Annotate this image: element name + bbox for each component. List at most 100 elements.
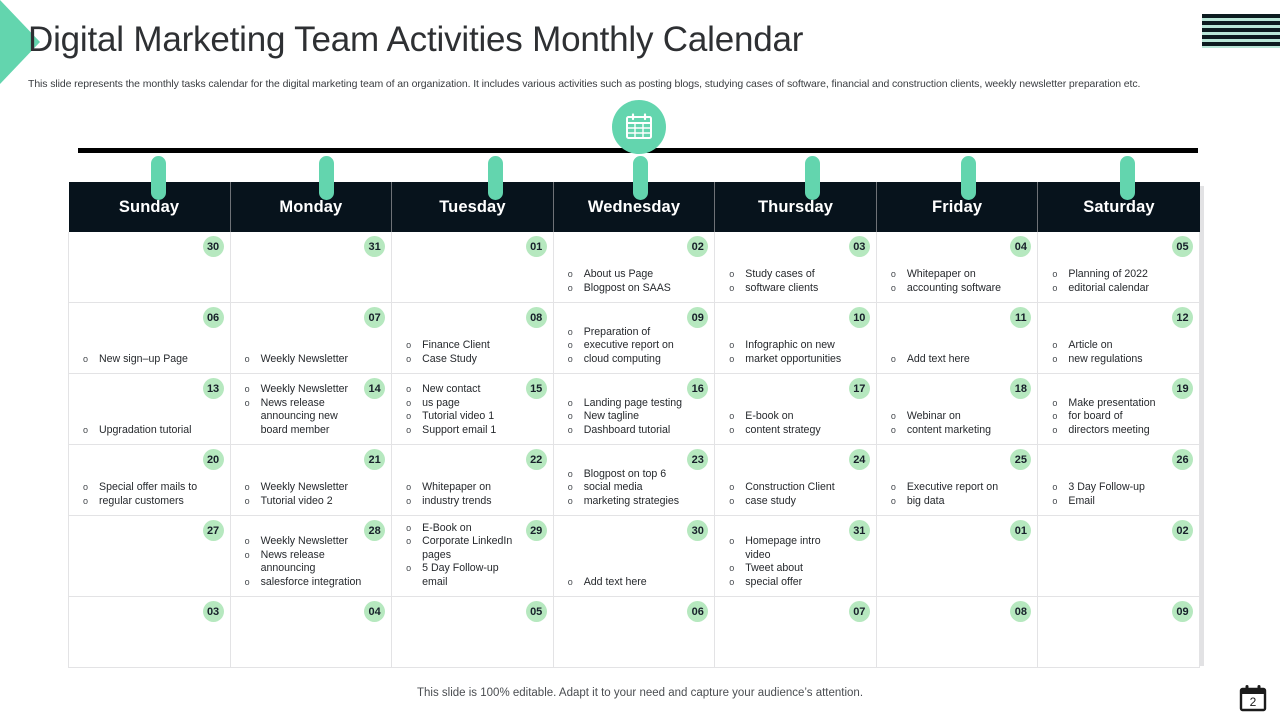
task-item[interactable]: Preparation of <box>568 326 709 340</box>
calendar-day-cell[interactable]: 02 About us PageBlogpost on SAAS <box>552 232 716 303</box>
task-item[interactable]: directors meeting <box>1052 424 1193 438</box>
task-item[interactable]: Upgradation tutorial <box>83 424 224 438</box>
task-item[interactable]: email <box>406 576 547 589</box>
calendar-day-cell[interactable]: 13 Upgradation tutorial <box>68 373 231 445</box>
task-item[interactable]: for board of <box>1052 410 1193 424</box>
task-item[interactable]: software clients <box>729 282 870 296</box>
calendar-day-cell[interactable]: 04 <box>229 596 393 669</box>
calendar-day-cell[interactable]: 03 Study cases ofsoftware clients <box>714 232 877 303</box>
calendar-day-cell[interactable]: 19Make presentationfor board ofdirectors… <box>1037 373 1200 445</box>
calendar-day-cell[interactable]: 16Landing page testingNew taglineDashboa… <box>552 373 716 445</box>
task-item[interactable]: content marketing <box>891 424 1032 438</box>
task-item[interactable]: Support email 1 <box>406 424 547 438</box>
task-item[interactable]: Construction Client <box>729 481 870 495</box>
task-item[interactable]: Weekly Newsletter <box>245 481 386 495</box>
task-item[interactable]: About us Page <box>568 268 709 282</box>
task-item[interactable]: Whitepaper on <box>891 268 1032 282</box>
calendar-day-cell[interactable]: 05 <box>391 596 554 669</box>
task-item[interactable]: 5 Day Follow-up <box>406 562 547 576</box>
calendar-day-cell[interactable]: 08 Finance ClientCase Study <box>391 302 554 374</box>
task-item[interactable]: editorial calendar <box>1052 282 1193 296</box>
calendar-day-cell[interactable]: 24 Construction Clientcase study <box>714 444 877 516</box>
calendar-day-cell[interactable]: 15New contactus pageTutorial video 1Supp… <box>391 373 554 445</box>
task-item[interactable]: social media <box>568 481 709 495</box>
task-item[interactable]: Tweet about <box>729 562 870 576</box>
calendar-day-cell[interactable]: 22 Whitepaper onindustry trends <box>391 444 554 516</box>
calendar-day-cell[interactable]: 30 Add text here <box>552 515 716 598</box>
calendar-day-cell[interactable]: 18 Webinar oncontent marketing <box>875 373 1039 445</box>
task-item[interactable]: E-book on <box>729 410 870 424</box>
task-item[interactable]: Blogpost on SAAS <box>568 282 709 296</box>
task-item[interactable]: announcing new <box>245 410 386 423</box>
calendar-day-cell[interactable]: 09 <box>1037 596 1200 669</box>
calendar-day-cell[interactable]: 29E-Book onCorporate LinkedInpages5 Day … <box>391 515 554 598</box>
task-item[interactable]: Webinar on <box>891 410 1032 424</box>
task-item[interactable]: announcing <box>245 562 386 575</box>
task-item[interactable]: regular customers <box>83 495 224 509</box>
task-item[interactable]: New sign–up Page <box>83 353 224 367</box>
task-item[interactable]: Infographic on new <box>729 339 870 353</box>
task-item[interactable]: content strategy <box>729 424 870 438</box>
calendar-day-cell[interactable]: 25 Executive report onbig data <box>875 444 1039 516</box>
calendar-day-cell[interactable]: 31Homepage introvideoTweet aboutspecial … <box>714 515 877 598</box>
task-item[interactable]: Tutorial video 1 <box>406 410 547 424</box>
calendar-day-cell[interactable]: 28Weekly NewsletterNews releaseannouncin… <box>229 515 393 598</box>
task-item[interactable]: Article on <box>1052 339 1193 353</box>
calendar-day-cell[interactable]: 07 <box>714 596 877 669</box>
calendar-day-cell[interactable]: 10 Infographic on newmarket opportunities <box>714 302 877 374</box>
calendar-day-cell[interactable]: 21 Weekly NewsletterTutorial video 2 <box>229 444 393 516</box>
task-item[interactable]: Make presentation <box>1052 397 1193 411</box>
calendar-day-cell[interactable]: 26 3 Day Follow-upEmail <box>1037 444 1200 516</box>
task-item[interactable]: Weekly Newsletter <box>245 535 386 549</box>
calendar-day-cell[interactable]: 31 <box>229 232 393 303</box>
task-item[interactable]: Tutorial video 2 <box>245 495 386 509</box>
task-item[interactable]: market opportunities <box>729 353 870 367</box>
calendar-day-cell[interactable]: 14Weekly NewsletterNews releaseannouncin… <box>229 373 393 445</box>
task-item[interactable]: executive report on <box>568 339 709 353</box>
calendar-day-cell[interactable]: 06 New sign–up Page <box>68 302 231 374</box>
calendar-day-cell[interactable]: 30 <box>68 232 231 303</box>
task-item[interactable]: News release <box>245 397 386 411</box>
task-item[interactable]: pages <box>406 549 547 562</box>
task-item[interactable]: Finance Client <box>406 339 547 353</box>
task-item[interactable]: Whitepaper on <box>406 481 547 495</box>
calendar-day-cell[interactable]: 04 Whitepaper onaccounting software <box>875 232 1039 303</box>
task-item[interactable]: Homepage intro <box>729 535 870 549</box>
task-item[interactable]: Executive report on <box>891 481 1032 495</box>
calendar-day-cell[interactable]: 23Blogpost on top 6social mediamarketing… <box>552 444 716 516</box>
task-item[interactable]: Dashboard tutorial <box>568 424 709 438</box>
calendar-day-cell[interactable]: 09Preparation ofexecutive report oncloud… <box>552 302 716 374</box>
task-item[interactable]: Special offer mails to <box>83 481 224 495</box>
calendar-day-cell[interactable]: 20 Special offer mails toregular customer… <box>68 444 231 516</box>
task-item[interactable]: special offer <box>729 576 870 590</box>
calendar-day-cell[interactable]: 06 <box>552 596 716 669</box>
calendar-day-cell[interactable]: 17 E-book oncontent strategy <box>714 373 877 445</box>
task-item[interactable]: Study cases of <box>729 268 870 282</box>
task-item[interactable]: industry trends <box>406 495 547 509</box>
task-item[interactable]: New tagline <box>568 410 709 424</box>
calendar-day-cell[interactable]: 03 <box>68 596 231 669</box>
task-item[interactable]: salesforce integration <box>245 576 386 590</box>
task-item[interactable]: board member <box>245 424 386 437</box>
task-item[interactable]: cloud computing <box>568 353 709 367</box>
calendar-day-cell[interactable]: 01 <box>875 515 1039 598</box>
calendar-day-cell[interactable]: 02 <box>1037 515 1200 598</box>
calendar-day-cell[interactable]: 01 <box>391 232 554 303</box>
task-item[interactable]: Add text here <box>568 576 709 590</box>
task-item[interactable]: Blogpost on top 6 <box>568 468 709 482</box>
calendar-day-cell[interactable]: 11 Add text here <box>875 302 1039 374</box>
task-item[interactable]: Corporate LinkedIn <box>406 535 547 549</box>
task-item[interactable]: Planning of 2022 <box>1052 268 1193 282</box>
task-item[interactable]: marketing strategies <box>568 495 709 509</box>
calendar-day-cell[interactable]: 08 <box>875 596 1039 669</box>
task-item[interactable]: big data <box>891 495 1032 509</box>
task-item[interactable]: Weekly Newsletter <box>245 353 386 367</box>
calendar-day-cell[interactable]: 12 Article onnew regulations <box>1037 302 1200 374</box>
task-item[interactable]: 3 Day Follow-up <box>1052 481 1193 495</box>
task-item[interactable]: News release <box>245 549 386 563</box>
task-item[interactable]: Email <box>1052 495 1193 509</box>
task-item[interactable]: video <box>729 549 870 562</box>
task-item[interactable]: new regulations <box>1052 353 1193 367</box>
calendar-day-cell[interactable]: 05 Planning of 2022editorial calendar <box>1037 232 1200 303</box>
task-item[interactable]: case study <box>729 495 870 509</box>
